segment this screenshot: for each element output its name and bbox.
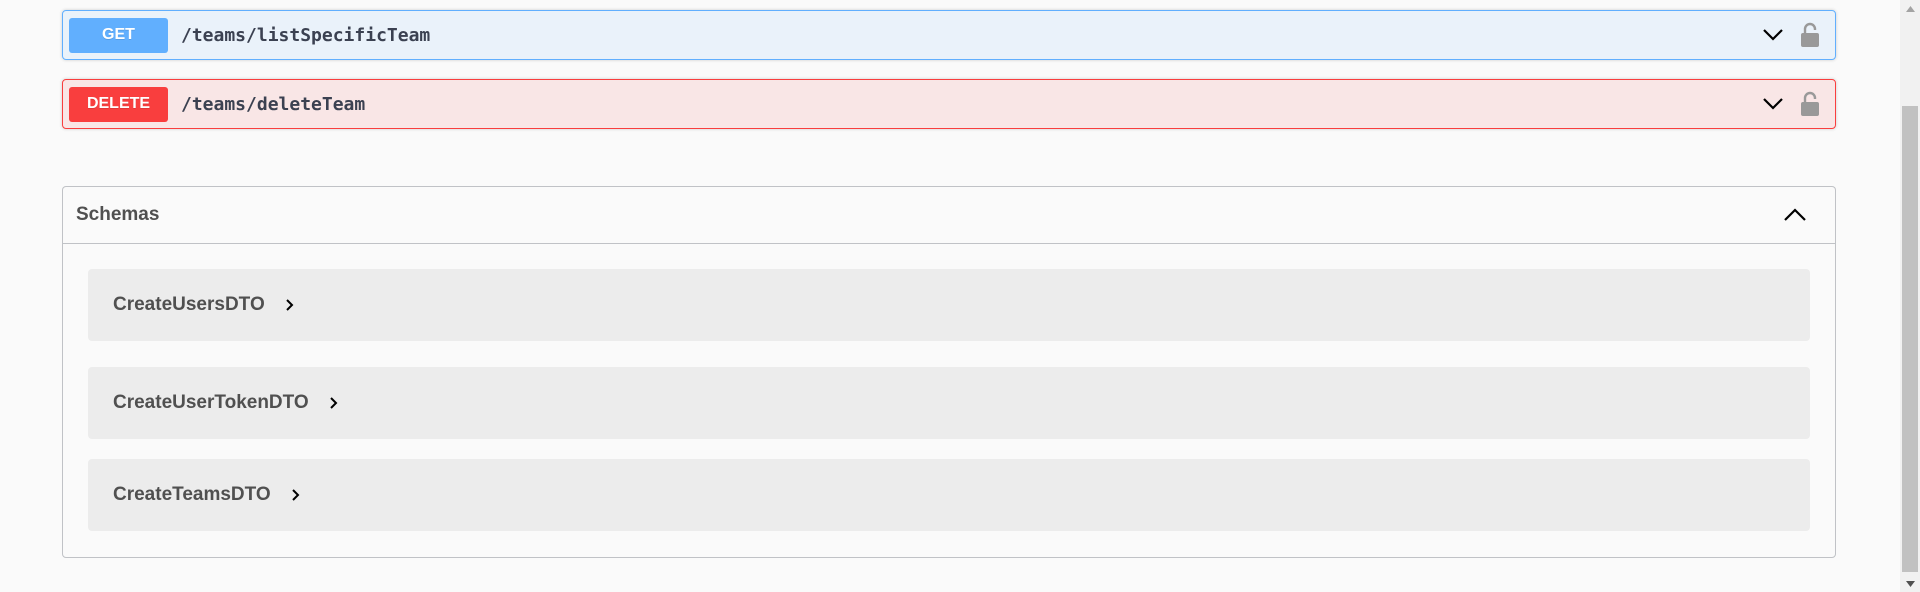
schema-item-create-user-token-dto[interactable]: CreateUserTokenDTO [88, 367, 1810, 439]
schema-name: CreateTeamsDTO [113, 484, 271, 505]
schemas-section: Schemas CreateUsersDTO CreateUserTokenDT… [62, 186, 1836, 558]
method-badge-get: GET [69, 17, 168, 53]
chevron-down-icon[interactable] [1761, 92, 1785, 116]
schema-item-create-teams-dto[interactable]: CreateTeamsDTO [88, 459, 1810, 531]
chevron-up-icon[interactable] [1781, 201, 1809, 229]
chevron-right-icon[interactable] [327, 396, 341, 410]
vertical-scrollbar[interactable] [1900, 0, 1920, 592]
chevron-right-icon[interactable] [283, 298, 297, 312]
unlocked-padlock-icon[interactable] [1799, 91, 1821, 117]
unlocked-padlock-icon[interactable] [1799, 22, 1821, 48]
swagger-page: GET /teams/listSpecificTeam DELETE /team… [0, 0, 1920, 592]
operation-path: /teams/listSpecificTeam [181, 24, 431, 46]
chevron-down-icon[interactable] [1761, 23, 1785, 47]
schema-name: CreateUserTokenDTO [113, 392, 309, 413]
schemas-header[interactable]: Schemas [63, 187, 1835, 244]
method-badge-delete: DELETE [69, 86, 168, 122]
scrollbar-thumb[interactable] [1902, 106, 1918, 572]
chevron-right-icon[interactable] [289, 488, 303, 502]
scroll-down-arrow-icon[interactable] [1900, 575, 1920, 592]
schemas-title: Schemas [76, 204, 160, 225]
schema-item-create-users-dto[interactable]: CreateUsersDTO [88, 269, 1810, 341]
operation-path: /teams/deleteTeam [181, 93, 366, 115]
schema-name: CreateUsersDTO [113, 294, 265, 315]
opblock-delete-team[interactable]: DELETE /teams/deleteTeam [62, 79, 1836, 129]
scroll-up-arrow-icon[interactable] [1900, 0, 1920, 17]
opblock-get-list-specific-team[interactable]: GET /teams/listSpecificTeam [62, 10, 1836, 60]
